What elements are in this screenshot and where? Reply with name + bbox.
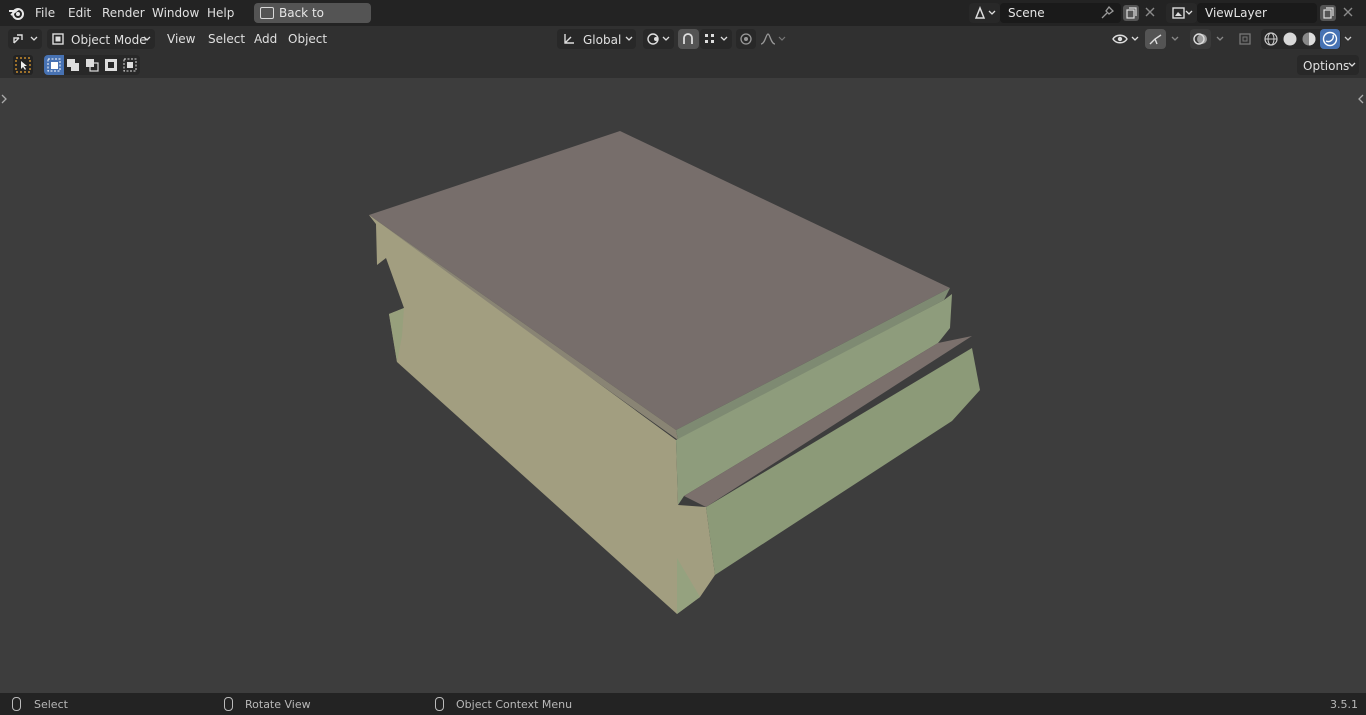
view-layer-browse-button[interactable] [1166, 3, 1197, 23]
transform-orientation-selector[interactable]: Global [557, 29, 636, 49]
mouse-middle-icon [224, 697, 233, 711]
menu-add[interactable]: Add [254, 31, 277, 47]
select-box-icon [15, 57, 31, 73]
chevron-down-icon[interactable] [1171, 36, 1179, 42]
menu-edit[interactable]: Edit [68, 5, 91, 21]
proportional-icon [740, 33, 752, 45]
pivot-point-selector[interactable] [643, 29, 674, 49]
menu-file[interactable]: File [35, 5, 55, 21]
solid-shading-icon[interactable] [1282, 31, 1298, 47]
status-middle-action: Rotate View [245, 698, 311, 711]
shading-mode-group [1261, 29, 1341, 49]
snap-target-selector[interactable] [700, 29, 732, 49]
blender-logo-icon[interactable] [8, 5, 26, 21]
3d-viewport[interactable] [0, 78, 1366, 693]
menu-view[interactable]: View [167, 31, 195, 47]
menu-window[interactable]: Window [152, 5, 199, 21]
view-layer-name-field[interactable]: ViewLayer [1197, 3, 1317, 23]
mode-label: Object Mode [71, 33, 147, 47]
select-invert-icon[interactable] [104, 58, 118, 72]
status-right-action: Object Context Menu [456, 698, 573, 711]
viewport-canvas[interactable] [0, 78, 1366, 693]
visibility-icon [1112, 34, 1139, 44]
xray-toggle[interactable] [1235, 29, 1255, 49]
rendered-shading-button[interactable] [1320, 29, 1340, 49]
toolbar-toggle-icon[interactable] [1, 94, 7, 104]
overlay-icon [1193, 33, 1207, 45]
scene-name: Scene [1008, 6, 1045, 20]
editor-type-button[interactable] [8, 29, 42, 49]
active-tool-button[interactable] [13, 55, 33, 75]
shading-options-chevron-icon[interactable] [1344, 36, 1352, 42]
falloff-icon [760, 33, 786, 45]
pin-icon[interactable] [1100, 6, 1114, 20]
xray-icon [1239, 33, 1251, 45]
chevron-down-icon [1348, 62, 1356, 67]
scene-icon [974, 6, 996, 19]
wireframe-shading-icon[interactable] [1263, 31, 1279, 47]
mode-selector[interactable]: Object Mode [47, 29, 155, 49]
proportional-edit-toggle[interactable] [736, 29, 756, 49]
overlay-toggle[interactable] [1190, 29, 1211, 49]
new-scene-icon[interactable] [1122, 4, 1140, 22]
snap-toggle[interactable] [678, 29, 699, 49]
selection-mode-group [44, 55, 140, 75]
visibility-selector[interactable] [1108, 29, 1142, 49]
menu-object[interactable]: Object [288, 31, 327, 47]
menu-select[interactable]: Select [208, 31, 245, 47]
select-subtract-icon[interactable] [85, 58, 99, 72]
new-view-layer-icon[interactable] [1319, 4, 1337, 22]
snap-icon [683, 33, 693, 44]
back-to-previous-button[interactable]: Back to Previous [254, 3, 371, 40]
view-layer-icon [1172, 7, 1193, 19]
menu-render[interactable]: Render [102, 5, 145, 21]
gizmo-icon [1149, 34, 1162, 45]
status-left-action: Select [34, 698, 68, 711]
options-label: Options [1303, 59, 1350, 73]
pivot-icon [647, 33, 670, 45]
object-mode-icon [52, 33, 64, 45]
mouse-left-icon [12, 697, 21, 711]
mode-set-button[interactable] [44, 55, 64, 75]
chevron-down-icon [143, 36, 151, 41]
close-icon[interactable] [1144, 6, 1156, 18]
version-label: 3.5.1 [1330, 698, 1358, 711]
snap-increment-icon [705, 34, 728, 43]
top-bar: File Edit Render Window Help Back to Pre… [0, 0, 1366, 40]
rendered-shading-icon [1322, 31, 1338, 47]
material-shading-icon[interactable] [1301, 31, 1317, 47]
select-intersect-icon[interactable] [123, 58, 137, 72]
editor-type-icon [13, 34, 38, 44]
status-bar: Select Rotate View Object Context Menu 3… [0, 693, 1366, 715]
chevron-down-icon[interactable] [1216, 36, 1224, 42]
close-view-layer-icon[interactable] [1342, 6, 1354, 18]
orientation-label: Global [583, 33, 622, 47]
select-set-icon [47, 58, 61, 72]
viewport-header: Object Mode View Select Add Object Globa… [0, 26, 1366, 52]
back-icon [260, 7, 274, 19]
tool-settings-bar: Options [0, 52, 1366, 78]
scene-browse-button[interactable] [969, 3, 1000, 23]
scene-name-field[interactable]: Scene [1000, 3, 1121, 23]
sidebar-toggle-icon[interactable] [1358, 94, 1364, 104]
select-extend-icon[interactable] [66, 58, 80, 72]
options-dropdown[interactable]: Options [1297, 55, 1359, 75]
proportional-falloff-selector[interactable] [757, 29, 789, 49]
gizmo-toggle[interactable] [1145, 29, 1166, 49]
menu-help[interactable]: Help [207, 5, 234, 21]
mesh-object[interactable] [369, 131, 980, 614]
mouse-right-icon [435, 697, 444, 711]
chevron-down-icon [625, 36, 633, 41]
orientation-icon [564, 34, 574, 44]
view-layer-name: ViewLayer [1205, 6, 1267, 20]
